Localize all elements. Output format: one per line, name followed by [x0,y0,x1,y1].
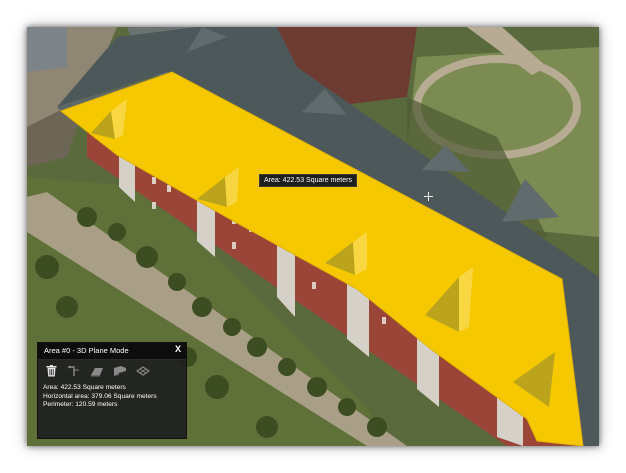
measurement-panel: Area #0 - 3D Plane Mode X Area: 422.53 S… [37,342,187,439]
surface-tool-button[interactable] [135,363,151,379]
crosshair-cursor-icon [424,192,433,201]
pin-tool-icon [67,365,79,376]
area-tooltip: Area: 422.53 Square meters [259,174,357,187]
plane-tool-icon [91,367,103,376]
panel-header: Area #0 - 3D Plane Mode X [38,343,186,360]
area-value: Area: 422.53 Square meters [43,384,126,391]
pin-tool-button[interactable] [66,363,82,379]
perimeter-value: Perimeter: 120.59 meters [43,401,118,409]
delete-icon [46,365,56,377]
map-viewport[interactable]: Area: 422.53 Square meters Area #0 - 3D … [27,27,599,446]
panel-title: Area #0 - 3D Plane Mode [44,346,129,355]
flag-tool-icon [114,366,126,376]
plane-tool-button[interactable] [89,363,105,379]
far-building-2 [27,27,67,72]
panel-toolbar [43,363,151,379]
close-button[interactable]: X [175,344,181,354]
flag-tool-button[interactable] [112,363,128,379]
measurement-info: Area: 422.53 Square meters Horizontal ar… [43,384,157,410]
delete-button[interactable] [43,363,59,379]
surface-tool-icon [136,365,150,376]
horizontal-area-value: Horizontal area: 379.06 Square meters [43,392,157,400]
